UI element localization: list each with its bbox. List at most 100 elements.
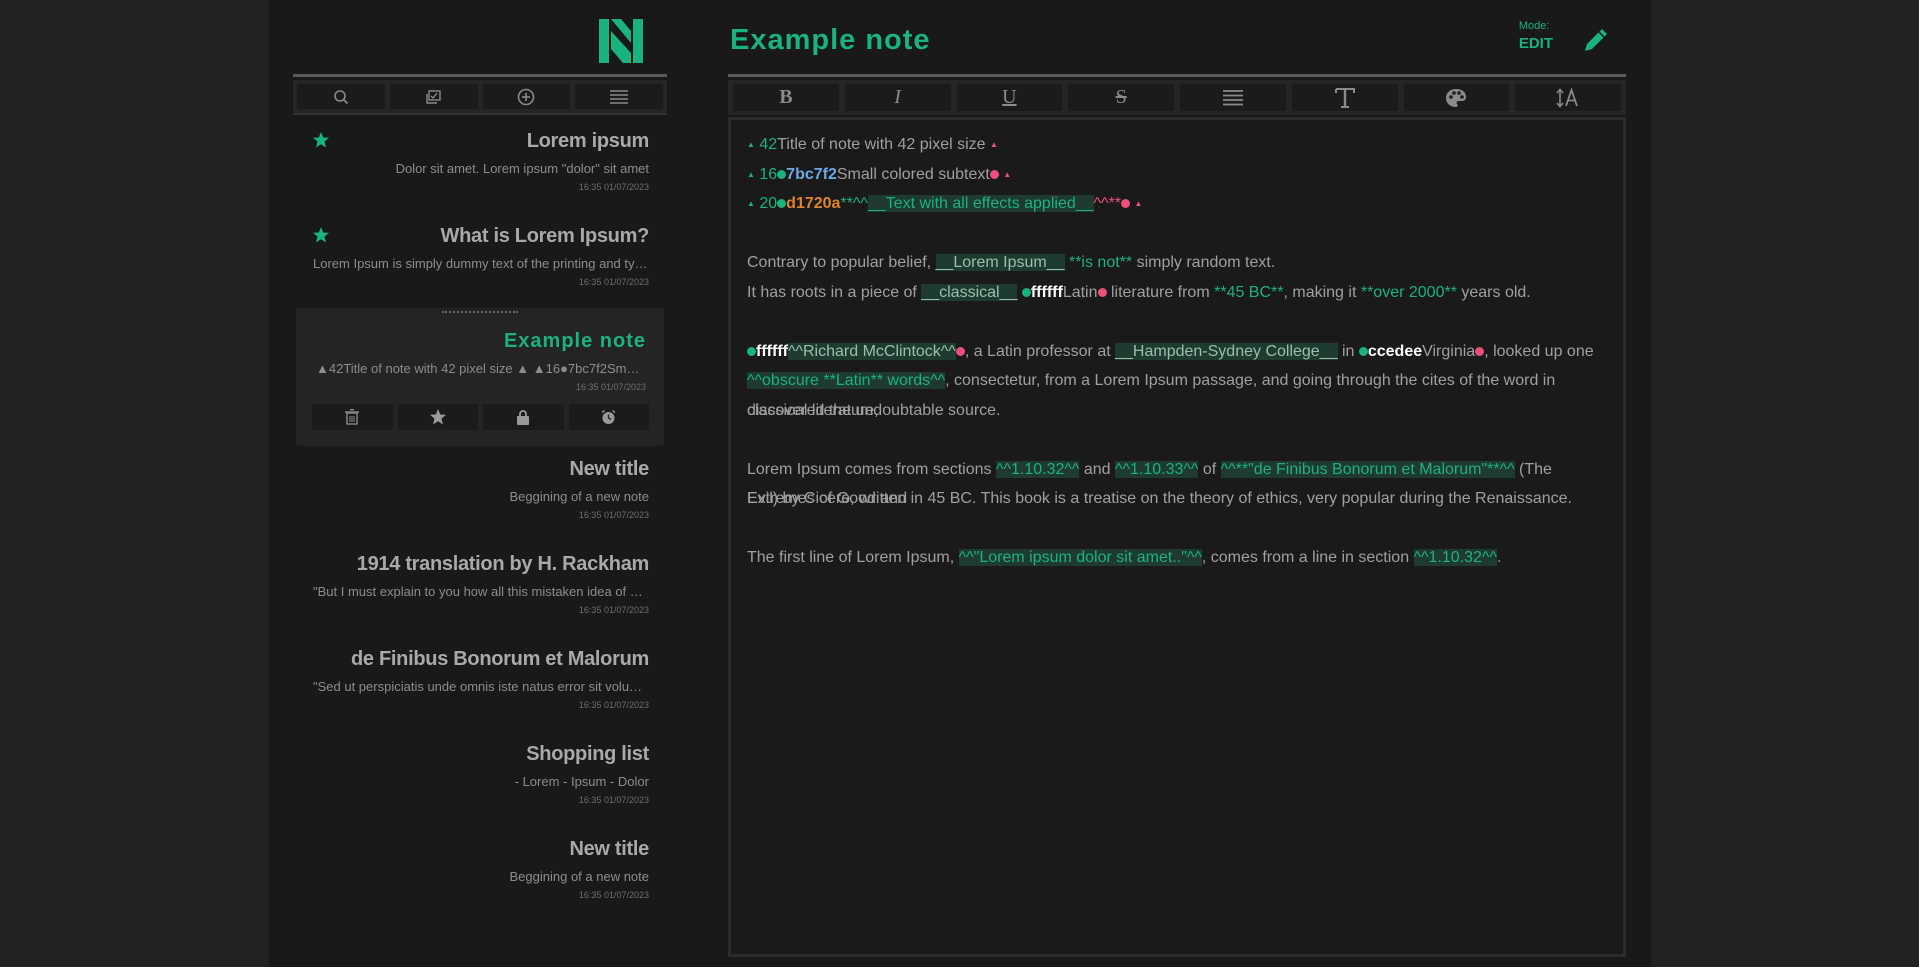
note-item[interactable]: de Finibus Bonorum et Malorum "Sed ut pe… (293, 636, 667, 731)
note-date: 16:35 01/07/2023 (578, 510, 649, 520)
italic-button[interactable]: I (844, 84, 951, 111)
color-dot-icon (955, 346, 965, 356)
note-preview: "Sed ut perspiciatis unde omnis iste nat… (313, 679, 649, 694)
note-title-heading[interactable]: Example note (730, 24, 931, 57)
note-title: Shopping list (526, 743, 649, 765)
text-run: It has roots in a piece of (747, 283, 922, 301)
note-editor[interactable]: ▲ 42Title of note with 42 pixel size ▲ ▲… (728, 117, 1626, 957)
text-run: , comes from a line in section (1201, 549, 1414, 566)
note-date: 16:35 01/07/2023 (578, 795, 649, 805)
underline-run: __Hampden-Sydney College__ (1115, 342, 1338, 360)
color-dot-icon (777, 169, 787, 179)
text-size-title-button[interactable] (1291, 84, 1398, 111)
note-title: New title (569, 458, 649, 480)
note-date: 16:35 01/07/2023 (578, 700, 649, 710)
text-run: years old. (1456, 283, 1531, 301)
triangle-up-icon: ▲ (1003, 169, 1012, 179)
search-button[interactable] (297, 84, 385, 109)
lock-button[interactable] (483, 404, 564, 430)
triangle-up-icon: ▲ (1134, 199, 1143, 208)
text-run: The first line of Lorem Ipsum, (747, 549, 959, 566)
text-run: literature from (1106, 283, 1215, 301)
italic-run: ^^1.10.33^^ (1114, 460, 1199, 478)
line-text: __Text with all effects applied__ (867, 195, 1094, 212)
search-icon (334, 89, 348, 104)
text-run: . (1496, 549, 1502, 566)
text-run: discovered the undoubtable source. (747, 401, 1001, 419)
color-code: ffffff (1030, 283, 1063, 301)
bold-run: **45 BC** (1214, 283, 1284, 301)
pencil-icon[interactable] (1583, 27, 1609, 53)
editor-line: discovered the undoubtable source. (747, 396, 1607, 426)
size-marker: 42 (759, 136, 778, 153)
add-icon (518, 88, 535, 105)
size-marker: 16 (759, 165, 778, 183)
italic-run: ^^1.10.32^^ (1413, 549, 1497, 566)
align-button[interactable] (1180, 84, 1286, 111)
note-item-active[interactable]: Example note ▲42Title of note with 42 pi… (296, 308, 664, 446)
underline-icon: U (1002, 86, 1017, 108)
sidebar-divider (293, 74, 667, 77)
checklist-button[interactable] (389, 84, 478, 109)
note-item[interactable]: Lorem ipsum Dolor sit amet. Lorem ipsum … (293, 118, 667, 213)
font-size-button[interactable] (1515, 84, 1621, 111)
list-view-button[interactable] (575, 84, 663, 109)
note-preview: Beggining of a new note (509, 869, 650, 884)
star-icon (313, 227, 329, 243)
note-title: de Finibus Bonorum et Malorum (351, 648, 649, 670)
editor-line: ▲ 16 7bc7f2Small colored subtext ▲ (747, 160, 1607, 190)
font-size-icon (1556, 87, 1578, 108)
lock-icon (517, 409, 530, 425)
note-item[interactable]: Shopping list - Lorem - Ipsum - Dolor 16… (293, 731, 667, 826)
strikethrough-button[interactable]: S (1068, 84, 1174, 111)
add-note-button[interactable] (482, 84, 571, 109)
italic-run: ^^Richard McClintock^^ (787, 342, 956, 360)
note-item[interactable]: 1914 translation by H. Rackham "But I mu… (293, 541, 667, 636)
italic-run: ^^obscure **Latin** words^^ (747, 372, 946, 389)
sidebar: Lorem ipsum Dolor sit amet. Lorem ipsum … (293, 0, 667, 967)
align-icon (1222, 89, 1243, 105)
bold-button[interactable]: B (733, 84, 839, 111)
bold-run: **over 2000** (1360, 283, 1457, 301)
mode-indicator[interactable]: Mode: EDIT (1519, 20, 1553, 52)
note-item[interactable]: New title Beggining of a new note 16:35 … (293, 446, 667, 541)
note-title: What is Lorem Ipsum? (440, 225, 650, 247)
underline-button[interactable]: U (956, 84, 1063, 111)
favorite-button[interactable] (397, 404, 478, 430)
color-dot-icon (1021, 287, 1031, 297)
color-dot-icon (1475, 346, 1485, 356)
note-date: 16:35 01/07/2023 (578, 182, 649, 192)
note-title: 1914 translation by H. Rackham (356, 553, 650, 575)
clock-icon (601, 409, 616, 424)
note-item[interactable]: New title Beggining of a new note 16:35 … (293, 826, 667, 921)
palette-icon (1446, 88, 1467, 107)
text-run: , making it (1283, 283, 1361, 301)
line-text: Small colored subtext (836, 165, 990, 183)
color-button[interactable] (1403, 84, 1510, 111)
markup-marker: ^^** (1093, 195, 1121, 212)
color-dot-icon (1121, 199, 1130, 208)
editor-line: It has roots in a piece of __classical__… (747, 278, 1607, 308)
mode-value: EDIT (1518, 35, 1553, 52)
note-date: 16:35 01/07/2023 (578, 890, 649, 900)
editor-divider (728, 74, 1626, 77)
editor-line: The first line of Lorem Ipsum, ^^"Lorem … (747, 543, 1607, 573)
underline-run: __Lorem Ipsum__ (935, 254, 1065, 271)
note-item[interactable]: What is Lorem Ipsum? Lorem Ipsum is simp… (293, 213, 667, 308)
note-actions (312, 404, 649, 430)
triangle-up-icon: ▲ (747, 169, 755, 179)
editor-line: ▲ 42Title of note with 42 pixel size ▲ (747, 130, 1607, 160)
reminder-button[interactable] (568, 404, 649, 430)
note-preview: ▲42Title of note with 42 pixel size ▲ ▲1… (316, 361, 646, 376)
delete-button[interactable] (312, 404, 393, 430)
color-dot-icon (1358, 346, 1368, 356)
color-dot-icon (989, 169, 999, 179)
markup-marker: **^^ (840, 195, 868, 212)
size-marker: 20 (759, 195, 778, 212)
note-title: Example note (503, 330, 646, 352)
editor-pane: Example note Mode: EDIT B I U S ▲ 42Titl… (728, 0, 1626, 967)
drag-handle[interactable] (442, 311, 518, 317)
text-run: Contrary to popular belief, (747, 254, 936, 271)
